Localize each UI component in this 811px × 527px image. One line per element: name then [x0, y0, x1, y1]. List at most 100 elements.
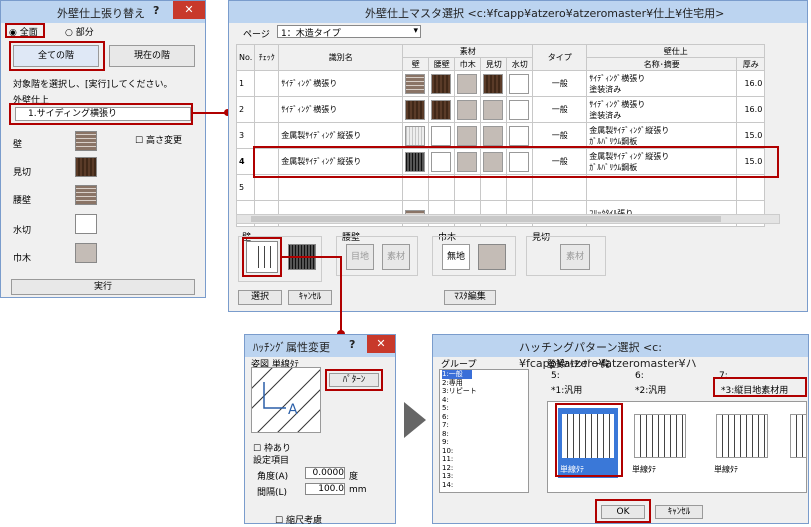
hatching-pattern-select-dialog: ハッチングパターン選択 <c:¥fcapp¥atzero¥atzeromaste… — [432, 334, 809, 524]
col-type: タイプ — [532, 44, 588, 71]
current-floor-button[interactable]: 現在の階 — [109, 45, 195, 67]
table-row[interactable]: 1 ｻｲﾃﾞｨﾝｸﾞ横張り 一般 ｻｲﾃﾞｨﾝｸﾞ横張り 塗装済み 16.0 — [235, 70, 766, 97]
angle-label: 角度(A) — [257, 472, 289, 482]
angle-input[interactable]: 0.0000 — [305, 467, 345, 479]
pattern-cell[interactable]: 単線ﾀﾃ — [630, 408, 690, 478]
connector-line-2b — [340, 256, 342, 334]
cancel-button[interactable]: ｷｬﾝｾﾙ — [288, 290, 332, 305]
scale-checkbox[interactable]: ☐ 縮尺考慮 — [275, 513, 322, 526]
hatch-preview-graphic: A — [252, 368, 320, 432]
material-swatch — [457, 125, 478, 146]
group-item[interactable]: 3:リピート — [442, 387, 528, 396]
col-mat-wall: 壁 — [402, 57, 430, 71]
selected-pattern-highlight — [555, 403, 623, 477]
finish-master-table: No. ﾁｪｯｸ 識別名 素材 タイプ 壁仕上 壁 腰壁 巾木 見切 水切 名称… — [235, 44, 766, 227]
mikiri-swatch[interactable] — [75, 157, 97, 177]
row-no: 2 — [235, 96, 256, 123]
select-button[interactable]: 選択 — [238, 290, 282, 305]
help-icon[interactable]: ? — [349, 338, 355, 351]
pattern-button-highlight — [325, 369, 383, 391]
material-swatch — [509, 99, 530, 120]
habaki-swatch[interactable] — [75, 243, 97, 263]
flow-arrow-icon — [404, 402, 426, 438]
row-check[interactable] — [254, 122, 280, 149]
page-select[interactable]: 1：木造タイプ ▾ — [277, 25, 421, 39]
group-item[interactable]: 9: — [442, 438, 528, 447]
radio-all-highlight — [5, 23, 45, 38]
pattern-name: 単線ﾀﾃ — [632, 465, 656, 474]
help-icon[interactable]: ? — [153, 4, 159, 17]
mizukiri-swatch[interactable] — [75, 214, 97, 234]
vertical-lines-icon — [790, 414, 806, 458]
row-check[interactable] — [254, 70, 280, 97]
row-no: 3 — [235, 122, 256, 149]
close-button[interactable]: ✕ — [367, 335, 395, 353]
hatch-preview: A — [251, 367, 321, 433]
pattern-cell[interactable]: 単線ﾀﾃ — [712, 408, 772, 478]
group-item[interactable]: 7: — [442, 421, 528, 430]
row-type: 一般 — [532, 122, 588, 149]
row-check[interactable] — [254, 96, 280, 123]
cancel-button[interactable]: ｷｬﾝｾﾙ — [655, 505, 703, 519]
col-num-1: 5: — [551, 371, 560, 381]
master-edit-button[interactable]: ﾏｽﾀ編集 — [444, 290, 496, 305]
row-desc: ｻｲﾃﾞｨﾝｸﾞ横張り 塗装済み — [586, 70, 738, 97]
group-item[interactable]: 11: — [442, 455, 528, 464]
pattern-cell[interactable] — [786, 408, 806, 478]
mat-cell — [480, 70, 508, 97]
group-item[interactable]: 5: — [442, 404, 528, 413]
vertical-joint-material-highlight — [713, 377, 807, 397]
mikiri-material-button[interactable]: 素材 — [560, 244, 590, 270]
koshi-joint-button[interactable]: 目地 — [346, 244, 374, 270]
row-check[interactable] — [254, 174, 280, 201]
row-desc: 金属製ｻｲﾃﾞｨﾝｸﾞ縦張り ｶﾞﾙﾊﾞﾘｳﾑ鋼板 — [586, 122, 738, 149]
table-row[interactable]: 2 ｻｲﾃﾞｨﾝｸﾞ横張り 一般 ｻｲﾃﾞｨﾝｸﾞ横張り 塗装済み 16.0 — [235, 96, 766, 123]
koshikabe-swatch[interactable] — [75, 185, 97, 205]
col-mat-mikiri: 見切 — [480, 57, 508, 71]
material-swatch — [405, 125, 426, 146]
group-item[interactable]: 8: — [442, 430, 528, 439]
ok-button-highlight — [595, 499, 651, 523]
row-desc-2: 塗装済み — [589, 84, 622, 94]
group-item[interactable]: 6: — [442, 413, 528, 422]
group-list[interactable]: 1:一般 2:専用 3:リピート 4: 5: 6: 7: 8: 9: 10: 1… — [439, 369, 529, 493]
haba-material-button[interactable] — [478, 244, 506, 270]
row-thickness: 15.0 — [736, 122, 766, 149]
row-thickness — [736, 174, 766, 201]
material-swatch — [431, 99, 452, 120]
execute-button[interactable]: 実行 — [11, 279, 195, 295]
group-item[interactable]: 2:専用 — [442, 379, 528, 388]
row-name: 金属製ｻｲﾃﾞｨﾝｸﾞ縦張り — [278, 122, 404, 149]
hatching-attribute-dialog: ﾊｯﾁﾝｸﾞ属性変更 ? ✕ 姿図 単線ﾀﾃ A ﾊﾟﾀｰﾝ ☐ 枠あり 設定項… — [244, 334, 396, 526]
group-item[interactable]: 14: — [442, 481, 528, 490]
table-row[interactable]: 5 — [235, 174, 766, 201]
mat-cell — [506, 96, 534, 123]
mat-cell — [506, 122, 534, 149]
row-desc-2: ｶﾞﾙﾊﾞﾘｳﾑ鋼板 — [589, 136, 638, 146]
chevron-down-icon: ▾ — [413, 26, 418, 36]
radio-part-label: 部分 — [75, 28, 94, 38]
table-row[interactable]: 3 金属製ｻｲﾃﾞｨﾝｸﾞ縦張り 一般 金属製ｻｲﾃﾞｨﾝｸﾞ縦張り ｶﾞﾙﾊﾞﾘ… — [235, 122, 766, 149]
interval-input[interactable]: 100.0 — [305, 483, 345, 495]
close-button[interactable]: ✕ — [173, 1, 205, 19]
haba-none-button[interactable]: 無地 — [442, 244, 470, 270]
wall-swatch[interactable] — [75, 131, 97, 151]
dialog-title: ﾊｯﾁﾝｸﾞ属性変更 — [253, 341, 330, 354]
mat-cell — [402, 122, 430, 149]
group-item-selected[interactable]: 1:一般 — [442, 370, 472, 379]
group-item[interactable]: 12: — [442, 464, 528, 473]
group-item[interactable]: 13: — [442, 472, 528, 481]
height-change-checkbox[interactable]: ☐ 高さ変更 — [135, 133, 182, 146]
material-swatch — [431, 73, 452, 94]
vertical-lines-icon — [634, 414, 686, 458]
col-num-2: 6: — [635, 371, 644, 381]
group-item[interactable]: 4: — [442, 396, 528, 405]
horizontal-scrollbar[interactable] — [236, 214, 780, 224]
mat-cell — [428, 122, 456, 149]
koshi-material-button[interactable]: 素材 — [382, 244, 410, 270]
scrollbar-thumb[interactable] — [251, 216, 721, 222]
radio-part[interactable]: ○ 部分 — [65, 25, 94, 38]
col-no: No. — [235, 44, 256, 71]
group-item[interactable]: 10: — [442, 447, 528, 456]
col-mat-haba: 巾木 — [454, 57, 482, 71]
